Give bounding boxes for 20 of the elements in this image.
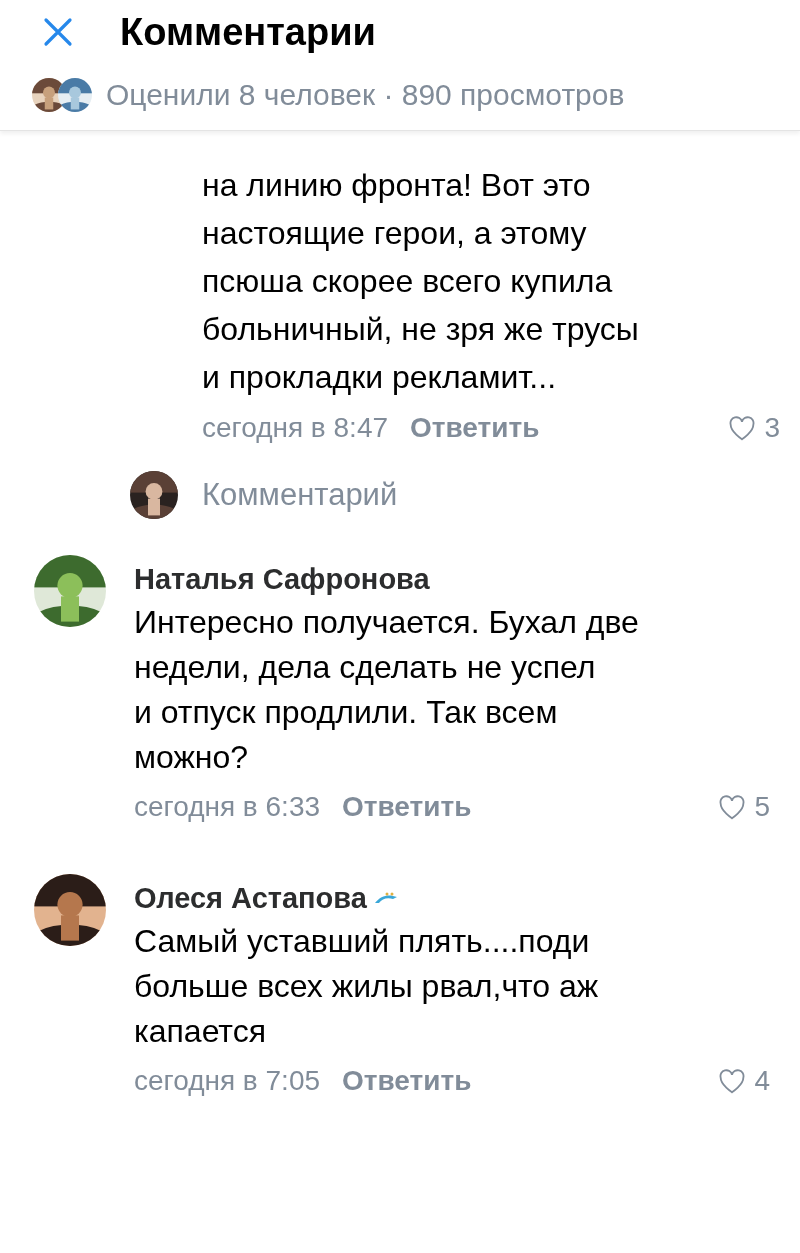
author-name[interactable]: Наталья Сафронова <box>134 563 430 596</box>
comment-text: Самый уставший плять....поди больше всех жилы рвал,что аж капается <box>134 922 600 1051</box>
comment-time: сегодня в 7:05 <box>134 1065 321 1097</box>
author-name[interactable]: Олеся Астапова <box>134 882 367 915</box>
page-title: Комментарии <box>120 10 376 54</box>
heart-icon[interactable] <box>718 794 747 820</box>
heart-icon[interactable] <box>718 1068 747 1094</box>
reply-link[interactable]: Ответить <box>342 1065 472 1097</box>
comment-time: сегодня в 8:47 <box>202 412 389 444</box>
reply-link[interactable]: Ответить <box>410 412 540 444</box>
comment-text: Интересно получается. Бухал две недели, дела сделать не успел и отпуск продлили. Так всем можно? <box>134 603 640 777</box>
like-count: 4 <box>754 1065 770 1097</box>
comment-input-field[interactable]: Комментарий <box>202 471 780 519</box>
like-count: 3 <box>764 412 780 444</box>
like-count: 5 <box>754 791 770 823</box>
comment-time: сегодня в 6:33 <box>134 791 321 823</box>
heart-icon[interactable] <box>728 415 757 441</box>
likes-views-text: Оценили 8 человек · 890 просмотров <box>106 78 625 112</box>
reply-link[interactable]: Ответить <box>342 791 472 823</box>
comment-text: на линию фронта! Вот это настоящие герои, а этому псюша скорее всего купила больничный, не зря же трусы и прокладки рекламит... <box>202 166 640 397</box>
